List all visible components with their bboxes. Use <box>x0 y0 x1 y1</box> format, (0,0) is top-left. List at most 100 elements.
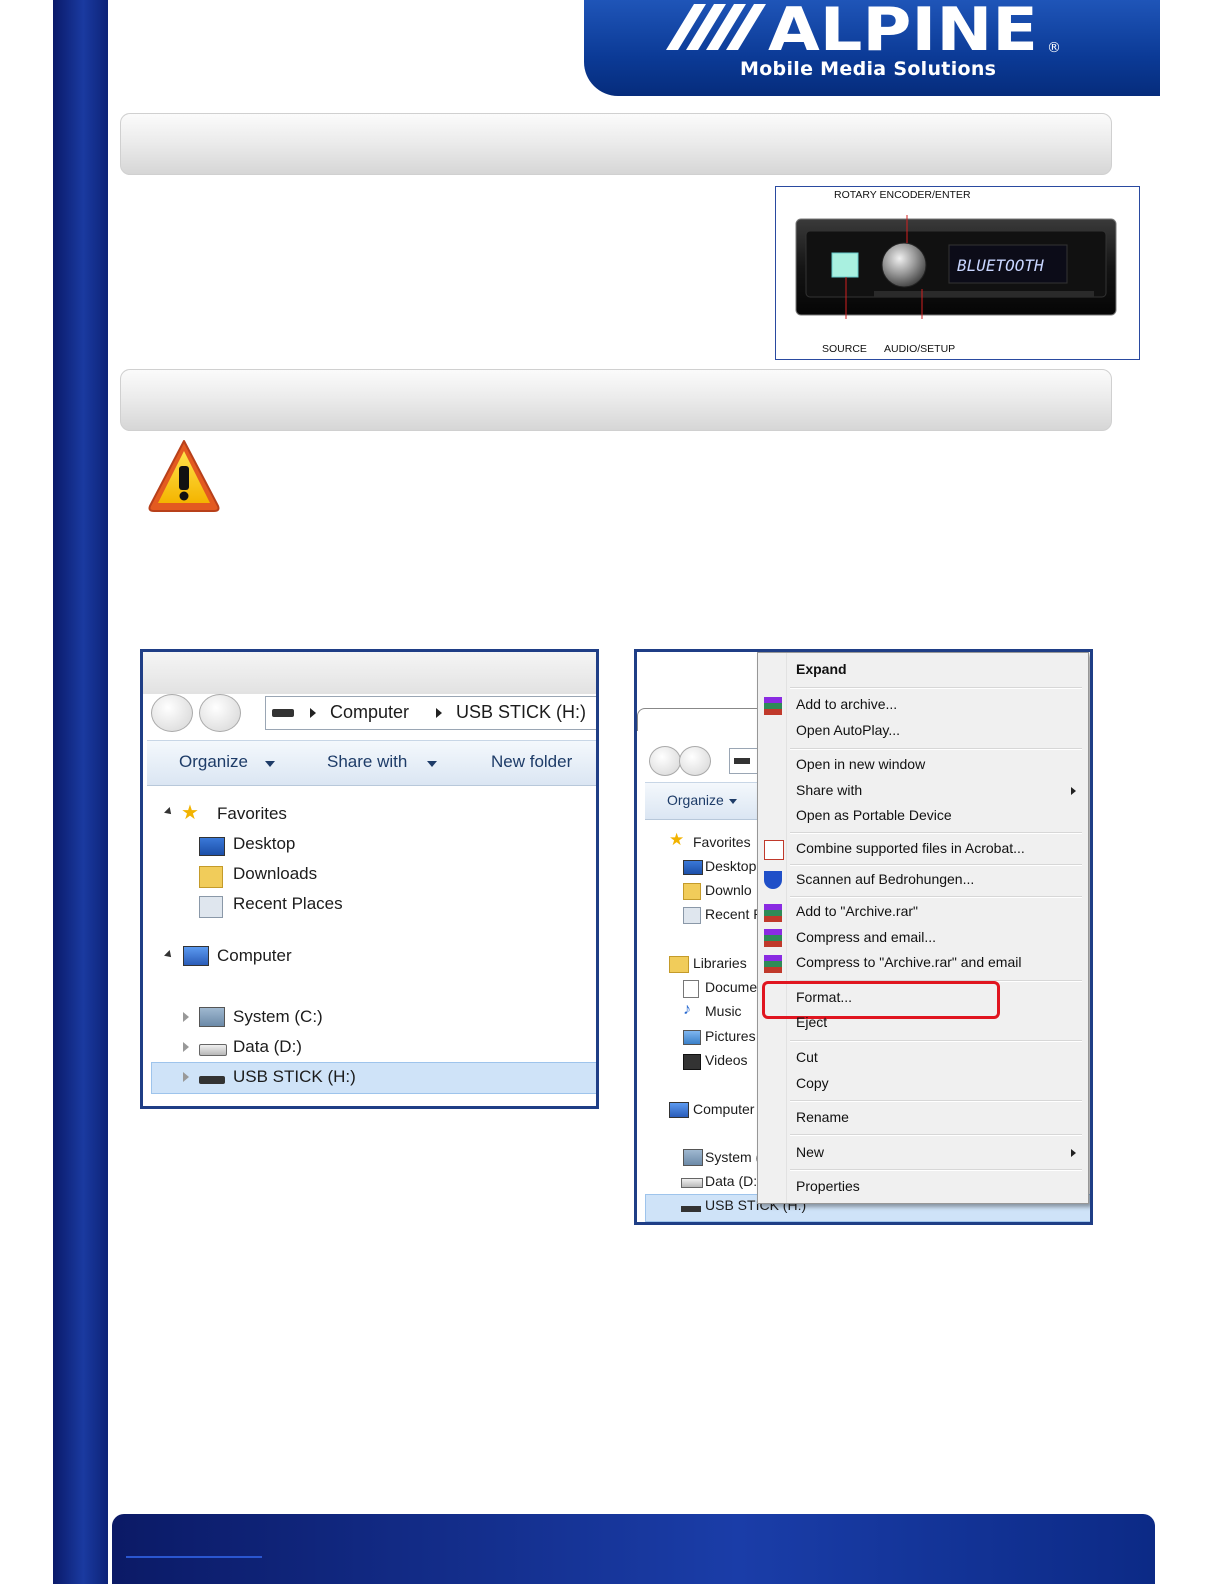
menu-scannen[interactable]: Scannen auf Bedrohungen... <box>796 871 974 887</box>
menu-open-autoplay[interactable]: Open AutoPlay... <box>796 722 900 738</box>
back-button[interactable] <box>151 694 193 732</box>
tree-favorites[interactable]: Favorites <box>693 834 751 850</box>
libraries-icon <box>669 956 689 973</box>
computer-icon <box>183 946 209 966</box>
recent-places-icon <box>683 907 701 924</box>
music-icon: ♪ <box>683 1001 691 1018</box>
downloads-icon <box>683 883 701 900</box>
rotary-encoder-knob <box>881 242 927 288</box>
desktop-icon <box>683 860 703 875</box>
explorer-screenshot-right: Organize ★ Favorites Desktop Downlo Rece… <box>634 649 1093 1225</box>
source-button <box>831 252 859 278</box>
drive-icon <box>272 709 294 717</box>
tree-system-drive[interactable]: System (C:) <box>233 1007 323 1027</box>
organize-button[interactable]: Organize <box>179 752 248 772</box>
tree-system-drive[interactable]: System ( <box>705 1149 760 1165</box>
explorer-screenshot-left: Computer USB STICK (H:) Organize Share w… <box>140 649 599 1109</box>
star-icon: ★ <box>181 802 199 824</box>
menu-expand[interactable]: Expand <box>796 661 847 677</box>
usb-drive-icon <box>681 1206 701 1212</box>
acrobat-icon <box>764 840 784 860</box>
brand-name: ALPINE <box>768 2 1038 58</box>
menu-add-to-archive-rar[interactable]: Add to "Archive.rar" <box>796 903 918 919</box>
explorer-toolbar: Organize <box>645 782 757 820</box>
footer-band <box>112 1514 1155 1584</box>
menu-new[interactable]: New <box>796 1144 824 1160</box>
menu-open-as-portable-device[interactable]: Open as Portable Device <box>796 807 952 823</box>
documents-icon <box>683 980 699 998</box>
address-bar[interactable]: Computer USB STICK (H:) <box>265 696 596 730</box>
radio-figure: ROTARY ENCODER/ENTER BLUETOOTH SOURCE AU… <box>775 186 1140 360</box>
menu-compress-and-email[interactable]: Compress and email... <box>796 929 936 945</box>
explorer-titlebar <box>143 652 596 694</box>
tree-recent-places[interactable]: Recent Places <box>233 894 343 914</box>
computer-icon <box>669 1102 689 1118</box>
new-folder-button[interactable]: New folder <box>491 752 572 772</box>
source-label: SOURCE <box>822 343 867 355</box>
tree-desktop[interactable]: Desktop <box>233 834 295 854</box>
tree-recent-places[interactable]: Recent P <box>705 906 763 922</box>
menu-add-to-archive[interactable]: Add to archive... <box>796 696 897 712</box>
car-radio-image: BLUETOOTH <box>795 215 1117 319</box>
menu-properties[interactable]: Properties <box>796 1178 860 1194</box>
tree-music[interactable]: Music <box>705 1003 742 1019</box>
breadcrumb-usb-stick[interactable]: USB STICK (H:) <box>456 702 586 723</box>
usb-drive-icon <box>199 1076 225 1084</box>
data-drive-icon <box>681 1178 703 1188</box>
winrar-icon <box>764 904 782 922</box>
menu-compress-to-archive-and-email[interactable]: Compress to "Archive.rar" and email <box>796 954 1021 970</box>
tree-favorites[interactable]: Favorites <box>217 804 287 824</box>
star-icon: ★ <box>669 830 685 849</box>
alpine-logo-banner: ALPINE ® Mobile Media Solutions <box>584 0 1160 96</box>
menu-cut[interactable]: Cut <box>796 1049 818 1065</box>
menu-combine-in-acrobat[interactable]: Combine supported files in Acrobat... <box>796 840 1025 856</box>
menu-copy[interactable]: Copy <box>796 1075 829 1091</box>
submenu-arrow-icon <box>1071 787 1076 795</box>
section-header-bar-1 <box>120 113 1112 175</box>
system-drive-icon <box>683 1149 703 1166</box>
context-menu: Expand Add to archive... Open AutoPlay..… <box>757 652 1089 1204</box>
menu-rename[interactable]: Rename <box>796 1109 849 1125</box>
svg-text:®: ® <box>1047 40 1061 56</box>
audio-setup-label: AUDIO/SETUP <box>884 343 956 355</box>
share-with-button[interactable]: Share with <box>327 752 407 772</box>
alpine-logo: ALPINE ® <box>666 2 1061 58</box>
menu-eject[interactable]: Eject <box>796 1014 827 1030</box>
organize-button[interactable]: Organize <box>667 792 724 808</box>
tree-pictures[interactable]: Pictures <box>705 1028 756 1044</box>
videos-icon <box>683 1054 701 1070</box>
pictures-icon <box>683 1030 701 1045</box>
tree-documents[interactable]: Docume <box>705 979 757 995</box>
tree-downloads[interactable]: Downloads <box>233 864 317 884</box>
recent-places-icon <box>199 896 223 918</box>
explorer-toolbar: Organize Share with New folder <box>147 740 596 786</box>
left-brand-bar <box>53 0 108 1584</box>
tree-downloads[interactable]: Downlo <box>705 882 752 898</box>
tree-videos[interactable]: Videos <box>705 1052 748 1068</box>
tree-computer[interactable]: Computer <box>693 1101 754 1117</box>
section-header-bar-2 <box>120 369 1112 431</box>
data-drive-icon <box>199 1044 227 1056</box>
system-drive-icon <box>199 1007 225 1027</box>
forward-button[interactable] <box>679 746 711 776</box>
breadcrumb-computer[interactable]: Computer <box>330 702 409 723</box>
downloads-icon <box>199 866 223 888</box>
tree-libraries[interactable]: Libraries <box>693 955 747 971</box>
tree-desktop[interactable]: Desktop <box>705 858 756 874</box>
back-button[interactable] <box>649 746 681 776</box>
rotary-encoder-label: ROTARY ENCODER/ENTER <box>834 189 971 201</box>
forward-button[interactable] <box>199 694 241 732</box>
winrar-icon <box>764 955 782 973</box>
menu-share-with[interactable]: Share with <box>796 782 862 798</box>
address-bar[interactable] <box>729 748 759 774</box>
tree-data-drive[interactable]: Data (D:) <box>233 1037 302 1057</box>
warning-triangle-icon <box>148 440 220 512</box>
radio-display-text: BLUETOOTH <box>957 256 1044 275</box>
brand-tagline: Mobile Media Solutions <box>740 58 997 80</box>
tree-computer[interactable]: Computer <box>217 946 292 966</box>
menu-open-in-new-window[interactable]: Open in new window <box>796 756 925 772</box>
tree-data-drive[interactable]: Data (D: <box>705 1173 757 1189</box>
desktop-icon <box>199 837 225 856</box>
submenu-arrow-icon <box>1071 1149 1076 1157</box>
tree-usb-stick[interactable]: USB STICK (H:) <box>233 1067 356 1087</box>
